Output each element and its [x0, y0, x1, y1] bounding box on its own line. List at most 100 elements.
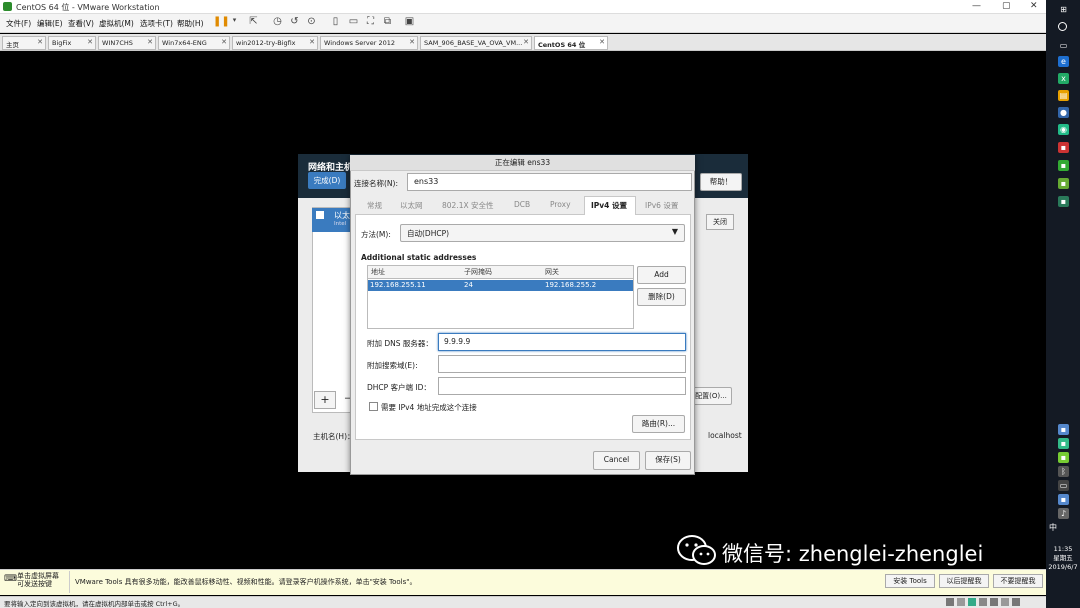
tab-windows-server-2012[interactable]: Windows Server 2012 ✕ — [320, 36, 418, 50]
app-icon[interactable]: ▪ — [1058, 142, 1069, 153]
cell-address[interactable]: 192.168.255.11 — [370, 281, 426, 289]
pause-icon[interactable]: ❚❚ — [213, 16, 230, 30]
routes-button[interactable]: 路由(R)... — [632, 415, 685, 433]
unity-icon[interactable]: ⧉ — [380, 16, 395, 30]
edge-icon[interactable]: e — [1058, 56, 1069, 67]
close-icon[interactable]: ✕ — [309, 38, 315, 46]
taskbar-clock[interactable]: 11:35 星期五 2019/6/7 — [1048, 545, 1078, 572]
cdrom-icon[interactable] — [957, 598, 965, 606]
menu-edit[interactable]: 编辑(E) — [37, 18, 63, 29]
tab-sam-906[interactable]: SAM_906_BASE_VA_OVA_VM... ✕ — [420, 36, 532, 50]
app-icon[interactable]: ▪ — [1058, 160, 1069, 171]
delete-address-button[interactable]: 删除(D) — [637, 288, 686, 306]
connection-name-input[interactable]: ens33 — [407, 173, 692, 191]
tab-centos[interactable]: CentOS 64 位 ✕ — [534, 36, 608, 50]
tab-ethernet[interactable]: 以太网 — [400, 200, 423, 211]
menu-help[interactable]: 帮助(H) — [177, 18, 204, 29]
tab-home[interactable]: 主页 ✕ — [2, 36, 46, 50]
ime-indicator[interactable]: 中 — [1049, 522, 1057, 533]
close-icon[interactable]: ✕ — [409, 38, 415, 46]
tab-general[interactable]: 常规 — [367, 200, 382, 211]
tab-8021x-security[interactable]: 802.1X 安全性 — [442, 200, 494, 211]
column-gateway[interactable]: 网关 — [545, 267, 559, 277]
app-icon[interactable]: ▪ — [1058, 196, 1069, 207]
add-address-button[interactable]: Add — [637, 266, 686, 284]
close-icon[interactable]: ✕ — [37, 38, 43, 46]
tray-icon[interactable]: ▪ — [1058, 424, 1069, 435]
tab-win7x64-eng[interactable]: Win7x64-ENG ✕ — [158, 36, 230, 50]
save-button[interactable]: 保存(S) — [645, 451, 691, 470]
tab-dcb[interactable]: DCB — [514, 200, 530, 209]
close-icon[interactable]: ✕ — [523, 38, 529, 46]
search-icon[interactable] — [1058, 22, 1067, 31]
display-icon[interactable] — [1012, 598, 1020, 606]
remind-later-button[interactable]: 以后提醒我 — [939, 574, 989, 588]
dhcp-client-id-input[interactable] — [438, 377, 686, 395]
sidebar-icon[interactable]: ▯ — [328, 16, 343, 30]
chevron-down-icon[interactable]: ▾ — [227, 16, 242, 30]
menu-tabs[interactable]: 选项卡(T) — [140, 18, 173, 29]
task-view-icon[interactable]: ▭ — [1058, 40, 1069, 51]
send-keys-icon[interactable]: ⇱ — [246, 16, 261, 30]
explorer-icon[interactable]: ▤ — [1058, 90, 1069, 101]
cancel-button[interactable]: Cancel — [593, 451, 640, 470]
sound-icon[interactable] — [990, 598, 998, 606]
dns-input[interactable]: 9.9.9.9 — [438, 333, 686, 351]
device-toggle-button[interactable]: 关闭 — [706, 214, 734, 230]
app-icon[interactable]: ▪ — [1058, 178, 1069, 189]
install-tools-button[interactable]: 安装 Tools — [885, 574, 935, 588]
network-tray-icon[interactable]: ▪ — [1058, 494, 1069, 505]
column-netmask[interactable]: 子网掩码 — [464, 267, 492, 277]
console-view-icon[interactable]: ▣ — [402, 16, 417, 30]
search-domains-input[interactable] — [438, 355, 686, 373]
tab-win2012[interactable]: win2012-try-Bigfix ✕ — [232, 36, 318, 50]
close-icon[interactable]: ✕ — [221, 38, 227, 46]
clock-time: 11:35 — [1053, 545, 1073, 553]
cell-gateway[interactable]: 192.168.255.2 — [545, 281, 596, 289]
app-icon[interactable]: ● — [1058, 107, 1069, 118]
fullscreen-icon[interactable]: ⛶ — [363, 16, 378, 30]
printer-icon[interactable] — [1001, 598, 1009, 606]
hdd-icon[interactable] — [946, 598, 954, 606]
never-remind-button[interactable]: 不要提醒我 — [993, 574, 1043, 588]
configure-button[interactable]: 配置(O)... — [690, 387, 732, 405]
bluetooth-icon[interactable]: ᛒ — [1058, 466, 1069, 477]
chrome-icon[interactable]: ◉ — [1058, 124, 1069, 135]
menu-view[interactable]: 查看(V) — [68, 18, 94, 29]
usb-icon[interactable] — [979, 598, 987, 606]
close-icon[interactable]: ✕ — [147, 38, 153, 46]
tab-ipv4-settings[interactable]: IPv4 设置 — [591, 200, 627, 211]
snapshot-manager-icon[interactable]: ⊙ — [304, 16, 319, 30]
windows-start-icon[interactable]: ⊞ — [1058, 4, 1069, 15]
minimize-icon[interactable]: — — [972, 1, 981, 11]
thumbnail-icon[interactable]: ▭ — [346, 16, 361, 30]
menu-vm[interactable]: 虚拟机(M) — [99, 18, 134, 29]
close-icon[interactable]: ✕ — [87, 38, 93, 46]
done-button[interactable]: 完成(D) — [308, 172, 346, 189]
network-icon[interactable] — [968, 598, 976, 606]
tab-bigfix[interactable]: BigFix ✕ — [48, 36, 96, 50]
snapshot-icon[interactable]: ◷ — [270, 16, 285, 30]
device-label: 以太 — [334, 211, 350, 220]
method-select[interactable]: 自动(DHCP) ▼ — [400, 224, 685, 242]
tab-ipv6-settings[interactable]: IPv6 设置 — [645, 200, 678, 211]
excel-icon[interactable]: x — [1058, 73, 1069, 84]
tray-icon[interactable]: ▪ — [1058, 438, 1069, 449]
volume-icon[interactable]: ♪ — [1058, 508, 1069, 519]
close-icon[interactable]: ✕ — [1030, 1, 1038, 11]
cell-netmask[interactable]: 24 — [464, 281, 473, 289]
add-device-button[interactable]: + — [314, 391, 336, 409]
menu-file[interactable]: 文件(F) — [6, 18, 31, 29]
tray-icon[interactable]: ▪ — [1058, 452, 1069, 463]
revert-snapshot-icon[interactable]: ↺ — [287, 16, 302, 30]
maximize-icon[interactable]: ▢ — [1002, 1, 1011, 11]
help-button[interactable]: 帮助！ — [700, 173, 742, 191]
tab-proxy[interactable]: Proxy — [550, 200, 571, 209]
close-icon[interactable]: ✕ — [599, 38, 605, 46]
window-title: CentOS 64 位 - VMware Workstation — [16, 3, 160, 12]
tab-win7chs[interactable]: WIN7CHS ✕ — [98, 36, 156, 50]
require-ipv4-checkbox[interactable] — [369, 402, 378, 411]
column-address[interactable]: 地址 — [371, 267, 385, 277]
require-ipv4-label[interactable]: 需要 IPv4 地址完成这个连接 — [381, 402, 477, 413]
battery-icon[interactable]: ▭ — [1058, 480, 1069, 491]
